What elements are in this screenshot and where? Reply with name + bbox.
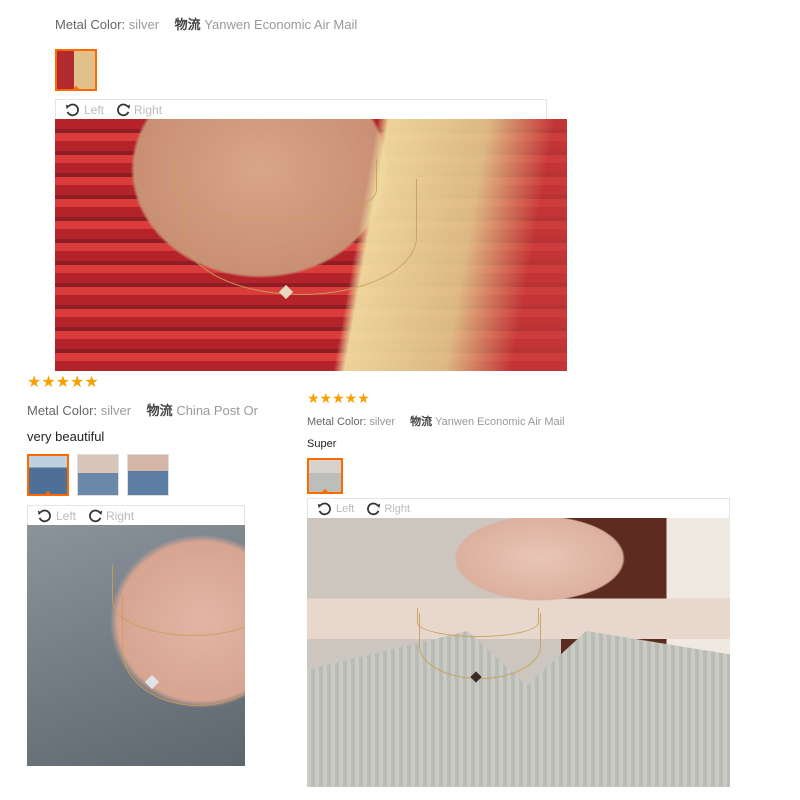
shipping-value: China Post Or — [176, 403, 258, 418]
rotate-left-label: Left — [336, 502, 355, 515]
rating-stars: ★★★★★ — [27, 374, 99, 391]
review-photo[interactable] — [55, 119, 567, 371]
photo-thumbnail[interactable] — [77, 454, 119, 496]
shipping-label: 物流 — [410, 416, 433, 428]
rating-stars: ★★★★★ — [55, 0, 575, 4]
rotate-left-icon — [65, 103, 79, 116]
rating-stars: ★★★★★ — [307, 390, 370, 406]
rotate-right-button[interactable]: Right — [114, 101, 162, 119]
metal-color-value: silver — [369, 416, 396, 428]
photo-thumbnail[interactable] — [55, 49, 97, 91]
rotate-left-label: Left — [84, 102, 105, 117]
rotate-right-icon — [367, 502, 381, 515]
review-meta: Metal Color: silver 物流 Yanwen Economic A… — [307, 413, 747, 429]
rotate-right-label: Right — [384, 502, 411, 515]
review-meta: Metal Color: silver 物流 Yanwen Economic A… — [55, 14, 575, 33]
photo-thumbnails — [27, 454, 297, 496]
rotate-left-button[interactable]: Left — [316, 500, 354, 518]
photo-thumbnails — [307, 458, 747, 494]
rotate-right-label: Right — [134, 102, 163, 117]
metal-color-label: Metal Color: — [307, 416, 367, 428]
review-2: ★★★★★ Metal Color: silver 物流 China Post … — [27, 375, 297, 766]
necklace-chain — [122, 595, 245, 706]
review-photo[interactable] — [307, 518, 730, 787]
photo-thumbnails — [55, 49, 575, 91]
review-comment: Super — [307, 438, 337, 450]
shipping-value: Yanwen Economic Air Mail — [204, 17, 358, 32]
shipping-label: 物流 — [146, 403, 173, 418]
rotate-left-icon — [317, 502, 331, 515]
review-photo[interactable] — [27, 525, 245, 766]
metal-color-value: silver — [128, 17, 160, 32]
photo-toolbar: Left Right — [27, 505, 245, 525]
necklace-chain — [185, 179, 417, 295]
rotate-right-label: Right — [106, 508, 135, 523]
review-meta: Metal Color: silver 物流 China Post Or — [27, 400, 263, 419]
review-comment: very beautiful — [27, 429, 105, 444]
rotate-right-button[interactable]: Right — [86, 507, 134, 525]
photo-thumbnail[interactable] — [27, 454, 69, 496]
photo-thumbnail[interactable] — [307, 458, 343, 494]
review-1: ★★★★★ Metal Color: silver 物流 Yanwen Econ… — [55, 0, 575, 371]
metal-color-label: Metal Color: — [27, 403, 98, 418]
rotate-right-icon — [117, 103, 131, 116]
photo-toolbar: Left Right — [55, 99, 547, 119]
rotate-left-icon — [37, 509, 51, 522]
necklace-chain — [419, 613, 541, 679]
shipping-label: 物流 — [174, 17, 201, 32]
rotate-left-button[interactable]: Left — [36, 507, 76, 525]
metal-color-label: Metal Color: — [55, 17, 126, 32]
metal-color-value: silver — [100, 403, 132, 418]
photo-toolbar: Left Right — [307, 498, 730, 518]
rotate-left-label: Left — [56, 508, 77, 523]
photo-thumbnail[interactable] — [127, 454, 169, 496]
review-3: ★★★★★ Metal Color: silver 物流 Yanwen Econ… — [307, 391, 747, 787]
rotate-left-button[interactable]: Left — [64, 101, 104, 119]
rotate-right-button[interactable]: Right — [364, 500, 410, 518]
rotate-right-icon — [89, 509, 103, 522]
shipping-value: Yanwen Economic Air Mail — [435, 416, 565, 428]
